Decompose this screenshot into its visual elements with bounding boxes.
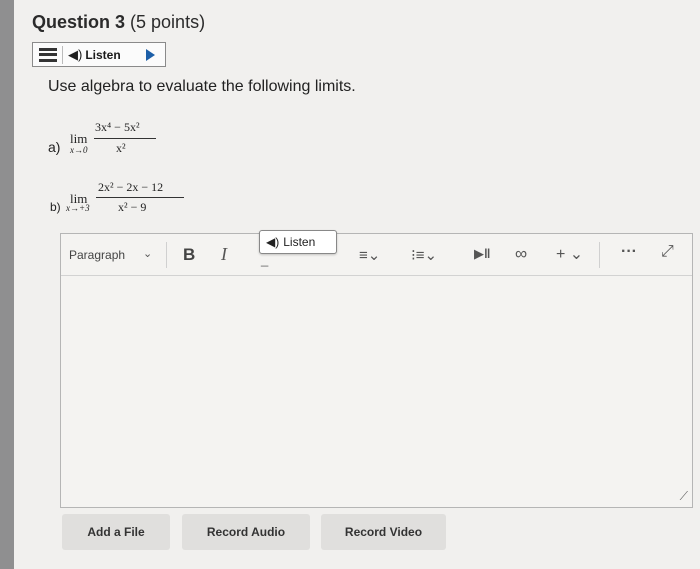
bold-button[interactable]: B bbox=[183, 245, 195, 265]
problem-label: a) bbox=[48, 139, 61, 155]
question-number: Question 3 bbox=[32, 12, 126, 32]
media-icon[interactable]: ▶‖ bbox=[474, 246, 490, 262]
italic-button[interactable]: I bbox=[221, 244, 227, 265]
fraction-numerator: 2x² − 2x − 12 bbox=[98, 180, 164, 194]
fraction-denominator: x² − 9 bbox=[118, 200, 147, 214]
listen-label[interactable]: Listen bbox=[85, 48, 120, 62]
listen-popup-label[interactable]: Listen bbox=[283, 235, 315, 249]
editor-toolbar: Paragraph ⌄ B I _ ≡⌄ ⁝≡⌄ ▶‖ ∞ + ⌄ ··· ⤢ bbox=[61, 234, 692, 276]
speaker-icon: ◀) bbox=[68, 46, 83, 62]
record-audio-button[interactable]: Record Audio bbox=[182, 514, 310, 550]
speaker-icon: ◀) bbox=[266, 235, 280, 249]
fraction-bar bbox=[96, 197, 184, 198]
chevron-down-icon[interactable]: ⌄ bbox=[143, 247, 152, 260]
expand-icon[interactable]: ⤢ bbox=[661, 243, 674, 261]
menu-icon[interactable] bbox=[39, 47, 57, 62]
left-scroll-track bbox=[0, 0, 14, 569]
lim-approach: x→+3 bbox=[66, 203, 90, 213]
record-video-button[interactable]: Record Video bbox=[321, 514, 446, 550]
question-title: Question 3 (5 points) bbox=[32, 12, 205, 33]
align-icon[interactable]: ≡⌄ bbox=[359, 246, 380, 264]
fraction-denominator: x² bbox=[116, 141, 126, 155]
divider bbox=[166, 242, 167, 268]
play-icon[interactable] bbox=[146, 48, 155, 61]
instruction-text: Use algebra to evaluate the following li… bbox=[48, 78, 356, 95]
listen-popup[interactable]: ◀) Listen bbox=[259, 230, 337, 254]
list-icon[interactable]: ⁝≡⌄ bbox=[411, 246, 437, 264]
problem-label: b) bbox=[50, 200, 61, 214]
more-icon[interactable]: ··· bbox=[621, 243, 637, 261]
divider bbox=[599, 242, 600, 268]
listen-toolbar[interactable]: ◀) Listen bbox=[32, 42, 166, 67]
resize-handle-icon[interactable]: ⟋ bbox=[680, 489, 688, 504]
rich-text-editor[interactable]: Paragraph ⌄ B I _ ≡⌄ ⁝≡⌄ ▶‖ ∞ + ⌄ ··· ⤢ … bbox=[60, 230, 693, 508]
underline-icon[interactable]: _ bbox=[261, 252, 268, 267]
add-file-button[interactable]: Add a File bbox=[62, 514, 170, 550]
lim-approach: x→0 bbox=[70, 145, 88, 155]
question-points: (5 points) bbox=[130, 12, 206, 32]
divider bbox=[62, 45, 63, 64]
fraction-bar bbox=[94, 138, 156, 139]
insert-plus-icon[interactable]: + ⌄ bbox=[556, 244, 583, 264]
fraction-numerator: 3x⁴ − 5x² bbox=[95, 120, 140, 134]
paragraph-format-select[interactable]: Paragraph bbox=[69, 248, 125, 262]
link-icon[interactable]: ∞ bbox=[515, 244, 527, 264]
